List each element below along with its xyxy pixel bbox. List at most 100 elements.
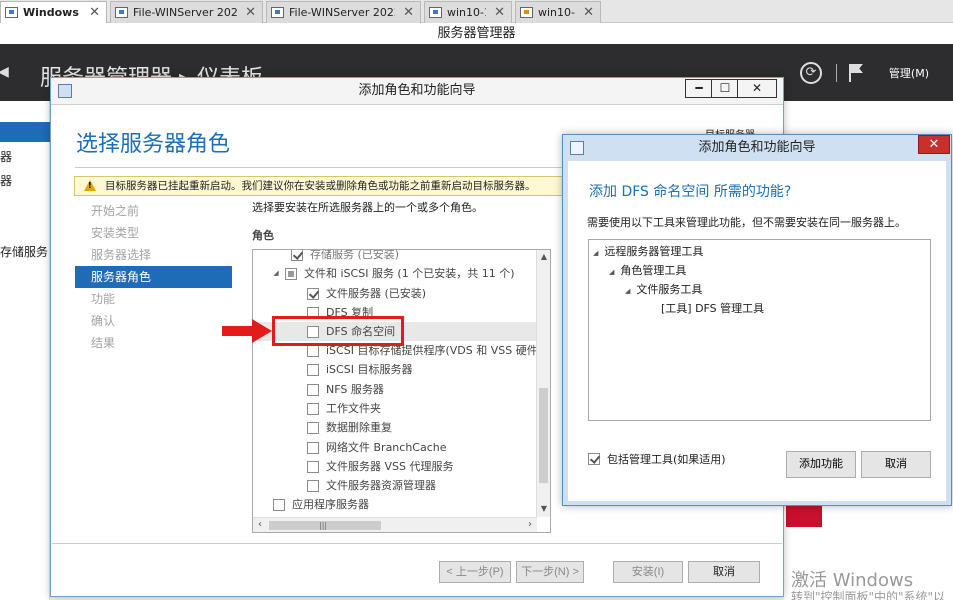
vm-tab-win10-1[interactable]: win10-1 ✕ <box>424 1 512 23</box>
server-manager-titlebar: 服务器管理器 <box>0 23 953 44</box>
divider <box>835 64 837 82</box>
role-label: 文件服务器 (已安装) <box>326 287 427 300</box>
vm-tab-label: File-WINServer 2022-2 <box>289 6 395 19</box>
step-installation-type[interactable]: 安装类型 <box>75 222 232 244</box>
vm-tab-label: Windows crm <box>23 6 81 19</box>
scroll-thumb[interactable] <box>539 388 548 483</box>
next-button[interactable]: 下一步(N) > <box>516 561 584 583</box>
role-work-folders[interactable]: 工作文件夹 <box>307 399 381 418</box>
refresh-icon[interactable]: ⟳ <box>799 62 822 84</box>
scroll-up-icon[interactable]: ▲ <box>537 250 550 264</box>
wizard-title: 添加角色和功能向导 <box>358 83 476 98</box>
checkbox[interactable] <box>307 287 319 300</box>
wizard-steps: 开始之前 安装类型 服务器选择 服务器角色 功能 确认 结果 <box>75 200 232 354</box>
manage-menu[interactable]: 管理(M) <box>889 65 929 81</box>
collapse-icon[interactable]: ◢ <box>609 268 614 276</box>
role-label: 文件服务器资源管理器 <box>326 479 436 492</box>
role-vss-agent[interactable]: 文件服务器 VSS 代理服务 <box>307 457 453 476</box>
tree-label: 角色管理工具 <box>620 264 687 277</box>
grip-icon: ||| <box>319 521 328 530</box>
role-storage-services[interactable]: 存储服务 (已安装) <box>291 249 400 264</box>
close-icon[interactable]: ✕ <box>583 5 594 20</box>
role-label: 文件和 iSCSI 服务 (1 个已安装，共 11 个) <box>304 267 515 280</box>
vm-tab-label: win10-1 <box>447 6 486 19</box>
step-server-selection[interactable]: 服务器选择 <box>75 244 232 266</box>
step-confirmation[interactable]: 确认 <box>75 310 232 332</box>
vm-tab-win10-2[interactable]: win10-2 ✕ <box>515 1 601 23</box>
add-features-button[interactable]: 添加功能 <box>786 451 856 478</box>
close-button[interactable]: ✕ <box>918 135 950 154</box>
back-arrow-icon[interactable]: ◀ <box>0 64 9 80</box>
checkbox[interactable] <box>307 460 319 473</box>
role-application-server[interactable]: 应用程序服务器 <box>273 495 369 514</box>
close-icon[interactable]: ✕ <box>403 5 414 20</box>
vm-tab-windows-crm[interactable]: Windows crm ✕ <box>0 1 107 23</box>
arrow-shaft <box>222 326 254 336</box>
include-tools-checkbox[interactable] <box>588 453 600 465</box>
vm-tab-file-winserver-1[interactable]: File-WINServer 2022-1 ✕ <box>110 1 263 23</box>
role-label: 数据删除重复 <box>326 421 392 434</box>
roles-list[interactable]: 存储服务 (已安装) ◢ 文件和 iSCSI 服务 (1 个已安装，共 11 个… <box>252 249 551 533</box>
dialog-titlebar: 添加角色和功能向导 ✕ <box>563 135 951 161</box>
role-data-deduplication[interactable]: 数据删除重复 <box>307 418 392 437</box>
previous-button[interactable]: < 上一步(P) <box>439 561 511 583</box>
arrow-head <box>252 319 272 343</box>
close-icon[interactable]: ✕ <box>494 5 505 20</box>
vm-tab-file-winserver-2[interactable]: File-WINServer 2022-2 ✕ <box>266 1 421 23</box>
role-fsrm[interactable]: 文件服务器资源管理器 <box>307 476 436 495</box>
checkbox[interactable] <box>291 250 303 261</box>
notifications-flag-icon[interactable] <box>848 64 865 82</box>
vm-icon <box>5 7 18 18</box>
sidebar-item-dashboard[interactable] <box>0 122 50 142</box>
step-features[interactable]: 功能 <box>75 288 232 310</box>
maximize-button[interactable]: ☐ <box>711 79 739 98</box>
role-file-server[interactable]: 文件服务器 (已安装) <box>307 284 426 303</box>
minimize-button[interactable]: ━ <box>685 79 713 98</box>
divider <box>52 543 782 544</box>
dialog-heading: 添加 DFS 命名空间 所需的功能? <box>589 184 792 200</box>
step-results[interactable]: 结果 <box>75 332 232 354</box>
checkbox[interactable] <box>273 498 285 511</box>
checkbox[interactable] <box>307 383 319 396</box>
close-button[interactable]: ✕ <box>737 79 777 98</box>
annotation-arrow-icon <box>222 319 274 343</box>
dialog-cancel-button[interactable]: 取消 <box>861 451 931 478</box>
install-button[interactable]: 安装(I) <box>613 561 683 583</box>
vertical-scrollbar[interactable]: ▲ ▼ <box>536 250 550 517</box>
cancel-button[interactable]: 取消 <box>688 561 760 583</box>
collapse-icon[interactable]: ◢ <box>593 249 598 257</box>
scroll-down-icon[interactable]: ▼ <box>537 502 550 516</box>
tree-item-rsat: ◢ 远程服务器管理工具 <box>593 242 703 261</box>
role-iscsi-target-server[interactable]: iSCSI 目标服务器 <box>307 360 412 379</box>
tree-label: 文件服务工具 <box>636 283 703 296</box>
step-before-you-begin[interactable]: 开始之前 <box>75 200 232 222</box>
sidebar-item-storage-services[interactable]: 存储服务 <box>0 242 50 262</box>
checkbox[interactable] <box>285 267 297 280</box>
step-server-roles[interactable]: 服务器角色 <box>75 266 232 288</box>
role-file-iscsi-services[interactable]: ◢ 文件和 iSCSI 服务 (1 个已安装，共 11 个) <box>271 264 515 283</box>
horizontal-scrollbar[interactable]: ‹ ||| › <box>253 517 537 532</box>
scroll-right-icon[interactable]: › <box>523 518 537 532</box>
checkbox[interactable] <box>307 363 319 376</box>
checkbox[interactable] <box>307 441 319 454</box>
collapse-icon[interactable]: ◢ <box>625 287 630 295</box>
scroll-left-icon[interactable]: ‹ <box>253 518 267 532</box>
vm-icon <box>429 7 442 18</box>
vm-icon <box>115 7 128 18</box>
role-label: 存储服务 (已安装) <box>310 249 400 261</box>
sidebar-item-all-servers[interactable]: 器 <box>0 171 50 191</box>
checkbox[interactable] <box>307 479 319 492</box>
checkbox[interactable] <box>307 402 319 415</box>
close-icon[interactable]: ✕ <box>245 5 256 20</box>
sidebar-item-local-server[interactable]: 器 <box>0 147 50 167</box>
collapse-icon[interactable]: ◢ <box>271 264 281 283</box>
vm-icon <box>271 7 284 18</box>
checkbox[interactable] <box>307 421 319 434</box>
role-nfs-server[interactable]: NFS 服务器 <box>307 380 384 399</box>
dialog-title: 添加角色和功能向导 <box>698 140 816 155</box>
vm-tab-label: win10-2 <box>538 6 575 19</box>
close-icon[interactable]: ✕ <box>89 5 100 20</box>
include-management-tools[interactable]: 包括管理工具(如果适用) <box>588 451 726 467</box>
checkbox[interactable] <box>307 344 319 357</box>
role-branchcache[interactable]: 网络文件 BranchCache <box>307 438 447 457</box>
